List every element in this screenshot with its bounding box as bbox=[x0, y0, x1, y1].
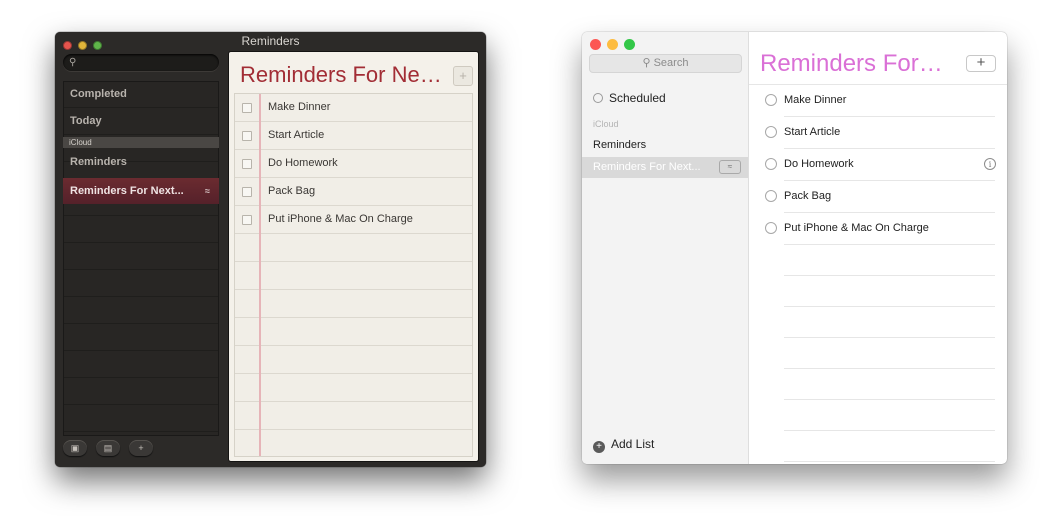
checkbox[interactable] bbox=[242, 103, 252, 113]
checkbox[interactable] bbox=[242, 131, 252, 141]
divider bbox=[784, 368, 995, 369]
minimize-button[interactable] bbox=[607, 39, 618, 50]
add-list-label: Add List bbox=[611, 437, 655, 451]
list-title: Reminders For Ne… bbox=[240, 62, 442, 87]
reminder-main: Reminders For… + Make Dinner Start Artic… bbox=[749, 32, 1007, 464]
list-item[interactable]: Start Article bbox=[235, 122, 474, 149]
add-list-button[interactable]: + bbox=[129, 440, 153, 456]
sidebar-item-label: Reminders For Next... bbox=[70, 185, 184, 197]
list-title: Reminders For… bbox=[760, 50, 943, 77]
reminder-text[interactable]: Make Dinner bbox=[784, 85, 846, 116]
checkbox-circle[interactable] bbox=[765, 94, 777, 106]
close-button[interactable] bbox=[590, 39, 601, 50]
list-item[interactable]: Pack Bag bbox=[235, 178, 474, 205]
sidebar-section-icloud: iCloud bbox=[593, 119, 619, 129]
zoom-button[interactable] bbox=[624, 39, 635, 50]
plus-circle-icon: + bbox=[593, 441, 605, 453]
sidebar-item-label: Reminders For Next... bbox=[593, 161, 701, 173]
checkbox-circle[interactable] bbox=[765, 158, 777, 170]
window-title: Reminders bbox=[241, 34, 300, 48]
add-reminder-button[interactable]: + bbox=[453, 66, 473, 86]
divider bbox=[784, 430, 995, 431]
alarm-clock-icon bbox=[593, 93, 603, 103]
divider bbox=[784, 244, 995, 245]
divider bbox=[784, 306, 995, 307]
reminder-text[interactable]: Do Homework bbox=[784, 149, 854, 180]
list-item[interactable]: Put iPhone & Mac On Charge bbox=[235, 206, 474, 233]
traffic-lights bbox=[590, 37, 641, 55]
checkbox-circle[interactable] bbox=[765, 222, 777, 234]
reminder-text[interactable]: Pack Bag bbox=[268, 178, 315, 205]
reminder-text[interactable]: Make Dinner bbox=[268, 94, 330, 121]
reminder-text[interactable]: Start Article bbox=[784, 117, 840, 148]
checkbox-circle[interactable] bbox=[765, 126, 777, 138]
reminder-text[interactable]: Put iPhone & Mac On Charge bbox=[268, 206, 413, 233]
checkbox[interactable] bbox=[242, 159, 252, 169]
reminder-paper: Reminders For Ne… + Make Dinner Start Ar… bbox=[229, 52, 478, 461]
info-icon[interactable]: i bbox=[984, 158, 996, 170]
checkbox-circle[interactable] bbox=[765, 190, 777, 202]
reminder-list: Make Dinner Start Article Do Homework Pa… bbox=[234, 93, 473, 457]
sidebar-bottom-bar: ▣ ▤ + bbox=[63, 440, 221, 458]
sidebar-item-selected[interactable]: Reminders For Next... ≈ bbox=[582, 157, 748, 178]
show-calendar-button[interactable]: ▣ bbox=[63, 440, 87, 456]
sidebar-item-selected[interactable]: Reminders For Next... ≈ bbox=[63, 178, 219, 204]
search-input[interactable]: ⚲ bbox=[63, 54, 219, 71]
list-item[interactable]: Start Article bbox=[749, 117, 1007, 148]
list-item[interactable]: Do Homework bbox=[235, 150, 474, 177]
reminder-list: Make Dinner Start Article Do Homework i P… bbox=[749, 84, 1007, 464]
sidebar-section-icloud: iCloud bbox=[63, 137, 219, 148]
old-sidebar: ⚲ Completed Today iCloud Reminders Remin… bbox=[63, 52, 221, 458]
list-item[interactable]: Put iPhone & Mac On Charge bbox=[749, 213, 1007, 244]
sidebar-item-label: Scheduled bbox=[609, 91, 666, 105]
sidebar-item-completed[interactable]: Completed bbox=[63, 81, 219, 107]
broadcast-icon[interactable]: ≈ bbox=[205, 178, 210, 204]
list-item[interactable]: Make Dinner bbox=[235, 94, 474, 121]
new-sidebar: ⚲ Search Scheduled iCloud Reminders Remin… bbox=[582, 32, 749, 464]
sidebar-item-reminders[interactable]: Reminders bbox=[593, 139, 646, 151]
search-icon: ⚲ bbox=[642, 57, 651, 69]
search-icon: ⚲ bbox=[69, 57, 77, 68]
add-list-button[interactable]: + Add List bbox=[593, 437, 654, 453]
sidebar-list: Completed Today iCloud Reminders Reminde… bbox=[63, 81, 219, 436]
new-reminders-window: ⚲ Search Scheduled iCloud Reminders Remin… bbox=[582, 32, 1007, 464]
show-list-button[interactable]: ▤ bbox=[96, 440, 120, 456]
checkbox[interactable] bbox=[242, 187, 252, 197]
divider bbox=[784, 337, 995, 338]
divider bbox=[784, 461, 995, 462]
reminder-text[interactable]: Start Article bbox=[268, 122, 324, 149]
divider bbox=[784, 399, 995, 400]
add-reminder-button[interactable]: + bbox=[966, 55, 996, 72]
old-reminders-window: Reminders ⚲ Completed Today iCloud Remin… bbox=[55, 32, 486, 467]
reminder-text[interactable]: Pack Bag bbox=[784, 181, 831, 212]
search-input[interactable]: ⚲ Search bbox=[589, 54, 742, 73]
list-item[interactable]: Do Homework i bbox=[749, 149, 1007, 180]
sidebar-item-today[interactable]: Today bbox=[63, 108, 219, 134]
divider bbox=[784, 275, 995, 276]
reminder-text[interactable]: Do Homework bbox=[268, 150, 338, 177]
checkbox[interactable] bbox=[242, 215, 252, 225]
list-item[interactable]: Make Dinner bbox=[749, 85, 1007, 116]
list-item[interactable]: Pack Bag bbox=[749, 181, 1007, 212]
search-placeholder: Search bbox=[653, 57, 689, 69]
broadcast-icon[interactable]: ≈ bbox=[719, 160, 741, 174]
sidebar-item-scheduled[interactable]: Scheduled bbox=[593, 91, 666, 105]
sidebar-item-reminders[interactable]: Reminders bbox=[63, 149, 219, 175]
reminder-text[interactable]: Put iPhone & Mac On Charge bbox=[784, 213, 929, 244]
